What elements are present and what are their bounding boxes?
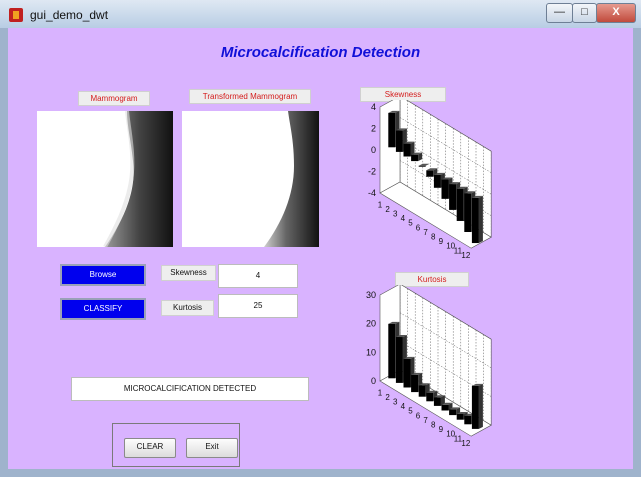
x-tick-label: 8 (431, 421, 436, 430)
x-tick-label: 12 (461, 251, 470, 260)
x-tick-label: 8 (431, 233, 436, 242)
x-tick-label: 3 (393, 398, 398, 407)
x-tick-label: 2 (385, 393, 390, 402)
y-tick-label: 10 (366, 347, 376, 357)
x-tick-label: 5 (408, 219, 413, 228)
x-tick-label: 3 (393, 210, 398, 219)
skewness-label: Skewness (161, 265, 216, 281)
x-tick-label: 1 (378, 388, 383, 397)
x-tick-label: 7 (423, 416, 428, 425)
y-tick-label: 30 (366, 290, 376, 300)
close-button[interactable]: X (596, 3, 636, 23)
y-tick-label: 2 (371, 124, 376, 134)
x-tick-label: 9 (439, 425, 444, 434)
skewness-chart: 420-2-4123456789101112 (368, 100, 492, 260)
bar (411, 152, 423, 162)
maximize-button[interactable]: □ (572, 3, 597, 23)
x-tick-label: 4 (401, 214, 406, 223)
x-tick-label: 2 (385, 205, 390, 214)
mammogram-image (37, 111, 173, 247)
x-tick-label: 1 (378, 200, 383, 209)
x-tick-label: 9 (439, 237, 444, 246)
y-tick-label: -4 (368, 188, 376, 198)
window-titlebar[interactable]: gui_demo_dwt — □ X (0, 0, 641, 28)
kurtosis-label: Kurtosis (161, 300, 214, 316)
figure-area: Microcalcification Detection Mammogram T… (8, 28, 633, 469)
transformed-mammogram-image (182, 111, 319, 247)
x-tick-label: 12 (461, 439, 470, 448)
result-display: MICROCALCIFICATION DETECTED (71, 377, 309, 401)
y-tick-label: 0 (371, 145, 376, 155)
y-tick-label: 4 (371, 102, 376, 112)
browse-button[interactable]: Browse (60, 264, 146, 286)
y-tick-label: 0 (371, 376, 376, 386)
minimize-button[interactable]: — (546, 3, 573, 23)
matlab-app-icon (9, 8, 23, 22)
x-tick-label: 4 (401, 402, 406, 411)
bar (471, 383, 483, 429)
classify-button[interactable]: CLASSIFY (60, 298, 146, 320)
y-tick-label: -2 (368, 167, 376, 177)
app-window: gui_demo_dwt — □ X Microcalcification De… (0, 0, 641, 477)
x-tick-label: 7 (423, 228, 428, 237)
app-title: Microcalcification Detection (220, 44, 421, 61)
transformed-mammogram-label: Transformed Mammogram (189, 89, 311, 104)
y-tick-label: 20 (366, 319, 376, 329)
x-tick-label: 5 (408, 407, 413, 416)
action-panel: CLEAR Exit (112, 423, 240, 467)
kurtosis-chart: 3020100123456789101112 (366, 285, 492, 448)
skewness-value-field[interactable]: 4 (218, 264, 298, 288)
exit-button[interactable]: Exit (186, 438, 238, 458)
x-tick-label: 6 (416, 411, 421, 420)
x-tick-label: 6 (416, 223, 421, 232)
clear-button[interactable]: CLEAR (124, 438, 176, 458)
bar (471, 195, 483, 244)
window-title: gui_demo_dwt (30, 8, 109, 22)
kurtosis-value-field[interactable]: 25 (218, 294, 298, 318)
mammogram-label: Mammogram (78, 91, 150, 106)
